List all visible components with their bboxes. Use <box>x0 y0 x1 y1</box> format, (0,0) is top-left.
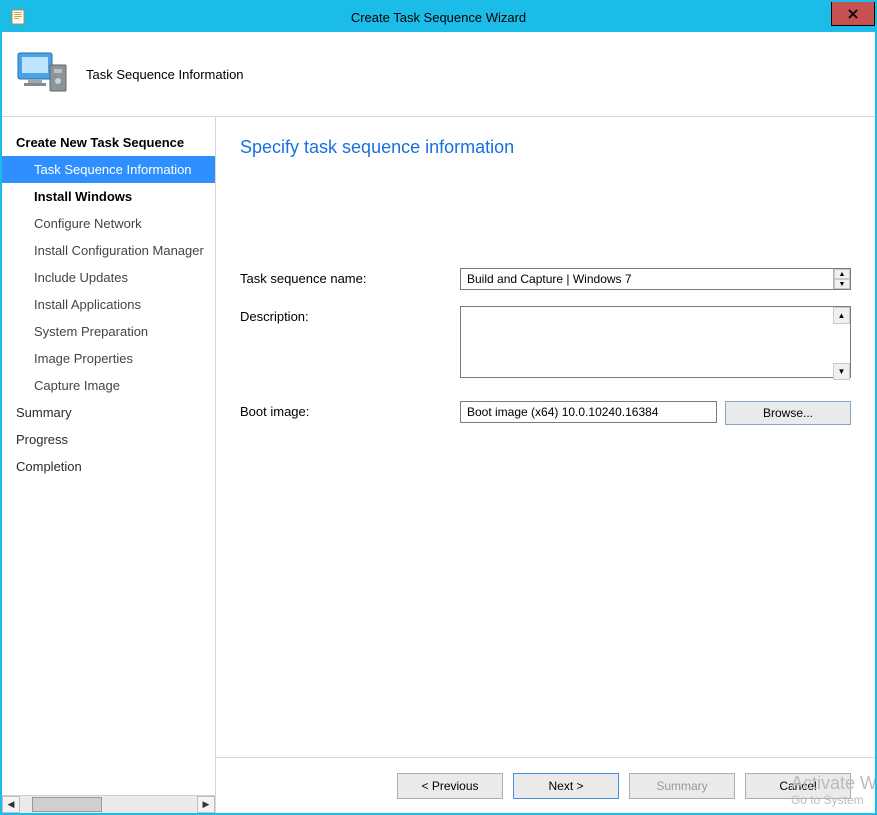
nav-item-image-properties[interactable]: Image Properties <box>2 345 215 372</box>
nav-item-summary[interactable]: Summary <box>2 399 215 426</box>
spin-down-button[interactable]: ▼ <box>834 279 850 289</box>
nav-item-configure-network[interactable]: Configure Network <box>2 210 215 237</box>
header-title: Task Sequence Information <box>86 67 244 82</box>
wizard-window: Create Task Sequence Wizard Task Sequenc… <box>0 0 877 815</box>
nav-item-progress[interactable]: Progress <box>2 426 215 453</box>
label-boot-image: Boot image: <box>240 401 460 419</box>
titlebar: Create Task Sequence Wizard <box>2 2 875 32</box>
header-band: Task Sequence Information <box>2 32 875 117</box>
close-button[interactable] <box>831 2 875 26</box>
row-task-sequence-name: Task sequence name: ▲ ▼ <box>240 268 851 290</box>
scroll-down-button[interactable]: ▼ <box>833 363 850 380</box>
row-boot-image: Boot image: Boot image (x64) 10.0.10240.… <box>240 401 851 425</box>
nav-item-install-applications[interactable]: Install Applications <box>2 291 215 318</box>
nav-item-task-sequence-information[interactable]: Task Sequence Information <box>2 156 215 183</box>
previous-button[interactable]: < Previous <box>397 773 503 799</box>
boot-image-field: Boot image (x64) 10.0.10240.16384 <box>460 401 717 423</box>
nav-item-install-windows[interactable]: Install Windows <box>2 183 215 210</box>
nav-item-capture-image[interactable]: Capture Image <box>2 372 215 399</box>
nav-item-completion[interactable]: Completion <box>2 453 215 480</box>
app-icon <box>10 9 26 25</box>
sidebar: Create New Task SequenceTask Sequence In… <box>2 117 216 813</box>
content-area: Specify task sequence information Task s… <box>216 117 875 757</box>
wizard-icon <box>16 49 72 100</box>
label-task-sequence-name: Task sequence name: <box>240 268 460 286</box>
nav-item-install-configuration-manager[interactable]: Install Configuration Manager <box>2 237 215 264</box>
page-title: Specify task sequence information <box>240 137 851 158</box>
scroll-thumb[interactable] <box>32 797 102 812</box>
scroll-track[interactable] <box>20 796 197 813</box>
close-icon <box>848 9 858 19</box>
nav-item-create-new-task-sequence[interactable]: Create New Task Sequence <box>2 129 215 156</box>
scroll-up-button[interactable]: ▲ <box>833 307 850 324</box>
summary-button[interactable]: Summary <box>629 773 735 799</box>
scroll-left-button[interactable]: ◀ <box>2 796 20 813</box>
browse-button[interactable]: Browse... <box>725 401 851 425</box>
description-textarea[interactable] <box>460 306 851 378</box>
row-description: Description: ▲ ▼ <box>240 306 851 381</box>
task-sequence-name-input[interactable] <box>460 268 851 290</box>
window-title: Create Task Sequence Wizard <box>2 10 875 25</box>
nav-item-system-preparation[interactable]: System Preparation <box>2 318 215 345</box>
nav-item-include-updates[interactable]: Include Updates <box>2 264 215 291</box>
spin-up-button[interactable]: ▲ <box>834 269 850 279</box>
body: Create New Task SequenceTask Sequence In… <box>2 117 875 813</box>
cancel-button[interactable]: Cancel <box>745 773 851 799</box>
footer: < Previous Next > Summary Cancel Activat… <box>216 757 875 813</box>
next-button[interactable]: Next > <box>513 773 619 799</box>
sidebar-horizontal-scrollbar[interactable]: ◀ ▶ <box>2 795 215 813</box>
main-panel: Specify task sequence information Task s… <box>216 117 875 813</box>
description-scrollbar: ▲ ▼ <box>833 307 850 380</box>
task-sequence-name-spinner: ▲ ▼ <box>833 269 850 289</box>
scroll-right-button[interactable]: ▶ <box>197 796 215 813</box>
label-description: Description: <box>240 306 460 324</box>
